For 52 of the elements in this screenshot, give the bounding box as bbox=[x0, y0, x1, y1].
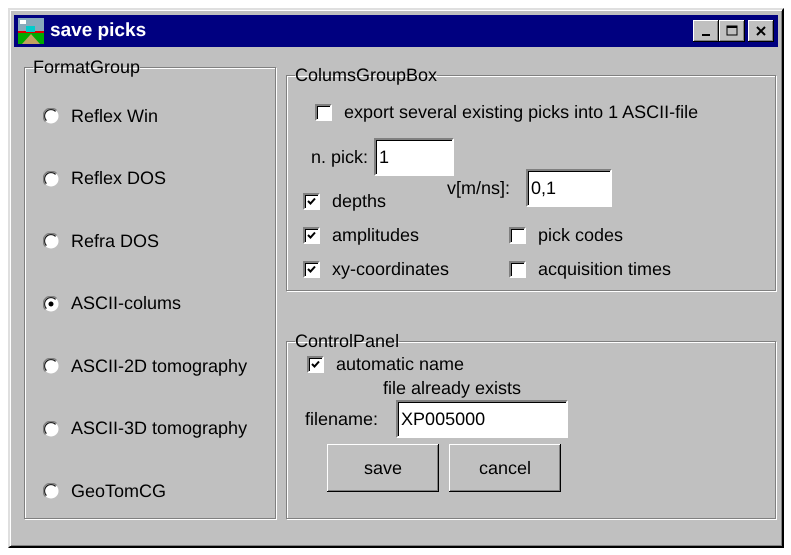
filename-field[interactable]: XP005000 bbox=[396, 400, 568, 438]
app-icon bbox=[18, 18, 44, 44]
checkbox[interactable] bbox=[315, 104, 332, 120]
n-pick-field[interactable]: 1 bbox=[374, 138, 454, 176]
checkbox-label[interactable]: amplitudes bbox=[332, 224, 420, 246]
checkbox-label[interactable]: export several existing picks into 1 ASCII-file bbox=[344, 102, 698, 122]
maximize-icon bbox=[726, 25, 738, 37]
checkbox[interactable] bbox=[303, 226, 320, 244]
check-icon bbox=[306, 230, 317, 240]
velocity-field[interactable]: 0,1 bbox=[526, 169, 612, 207]
checkbox-label[interactable]: xy-coordinates bbox=[332, 258, 450, 280]
checkbox[interactable] bbox=[307, 356, 324, 372]
radio-label[interactable]: GeoTomCG bbox=[71, 480, 166, 502]
radio-button[interactable] bbox=[43, 108, 59, 124]
radio-label[interactable]: ASCII-colums bbox=[71, 293, 182, 314]
radio-label[interactable]: ASCII-2D tomography bbox=[71, 356, 248, 376]
checkbox-label[interactable]: acquisition times bbox=[538, 258, 672, 280]
field-label: v[m/ns]: bbox=[447, 178, 510, 198]
close-icon bbox=[755, 25, 767, 37]
radio-label[interactable]: Refra DOS bbox=[71, 230, 160, 252]
radio-button[interactable] bbox=[43, 358, 59, 374]
checkbox[interactable] bbox=[303, 260, 320, 278]
checkbox[interactable] bbox=[303, 192, 320, 210]
check-icon bbox=[306, 196, 317, 206]
checkbox[interactable] bbox=[509, 226, 526, 244]
checkbox-label[interactable]: depths bbox=[332, 190, 386, 212]
check-icon bbox=[306, 264, 317, 274]
radio-button[interactable] bbox=[43, 420, 59, 436]
radio-button[interactable] bbox=[43, 170, 59, 186]
dialog-button[interactable]: cancel bbox=[449, 444, 561, 492]
maximize-button[interactable] bbox=[719, 20, 745, 42]
minimize-icon bbox=[702, 34, 710, 36]
radio-button[interactable] bbox=[43, 296, 59, 312]
group-title: ControlPanel bbox=[295, 331, 400, 352]
checkbox-label[interactable]: automatic name bbox=[336, 354, 464, 374]
check-icon bbox=[310, 358, 321, 370]
radio-button[interactable] bbox=[43, 233, 59, 249]
field-label: n. pick: bbox=[311, 146, 368, 168]
radio-button[interactable] bbox=[43, 483, 59, 499]
field-label: filename: bbox=[305, 408, 378, 430]
checkbox[interactable] bbox=[509, 260, 526, 278]
minimize-button[interactable] bbox=[693, 20, 719, 42]
group-title: FormatGroup bbox=[33, 57, 140, 78]
window-title: save picks bbox=[50, 20, 148, 42]
radio-label[interactable]: Reflex Win bbox=[71, 106, 158, 126]
close-button[interactable] bbox=[748, 20, 774, 42]
radio-label[interactable]: ASCII-3D tomography bbox=[71, 418, 248, 439]
radio-label[interactable]: Reflex DOS bbox=[71, 168, 166, 189]
dialog-button[interactable]: save bbox=[327, 444, 439, 492]
checkbox-label[interactable]: pick codes bbox=[538, 224, 624, 246]
group-title: ColumsGroupBox bbox=[295, 65, 438, 86]
status-text: file already exists bbox=[382, 377, 522, 400]
